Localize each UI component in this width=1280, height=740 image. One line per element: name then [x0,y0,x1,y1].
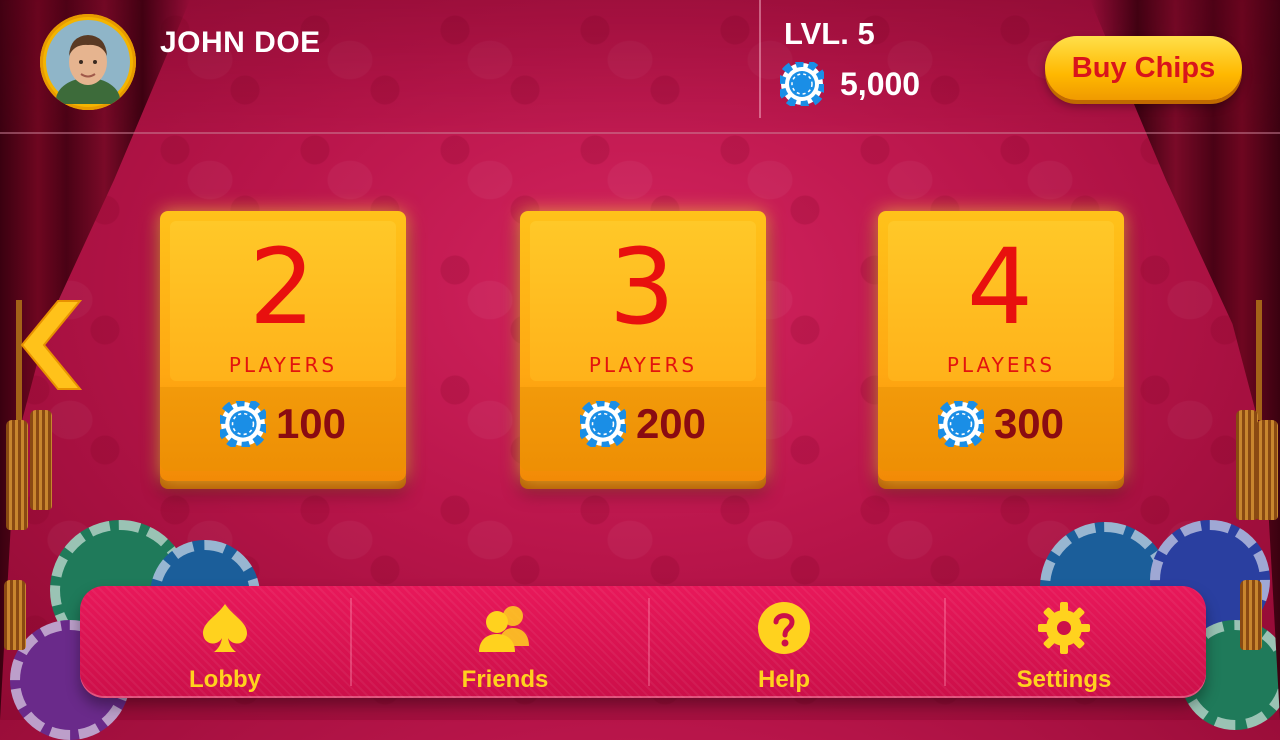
chip-icon [937,401,984,447]
players-label: PLAYERS [228,353,338,377]
tassel-right-3 [1240,580,1262,650]
player-name: JOHN DOE [160,26,321,59]
card-top-panel: 3 PLAYERS [530,221,756,381]
table-buy-in: 200 [520,399,766,449]
buy-in-value: 100 [275,400,347,447]
nav-settings[interactable]: Settings [924,586,1204,698]
tassel-left-3 [4,580,26,650]
tassel-right-2 [1256,420,1278,520]
chip-icon [219,401,266,447]
avatar[interactable] [40,14,136,110]
nav-settings-label: Settings [1016,666,1112,693]
chip-balance-value: 5,000 [840,65,921,102]
tassel-right [1236,410,1258,520]
card-top-panel: 2 PLAYERS [170,221,396,381]
table-buy-in: 100 [160,399,406,449]
nav-lobby-label: Lobby [189,666,261,693]
nav-help[interactable]: Help [644,586,924,698]
nav-divider [350,598,352,686]
nav-help-label: Help [757,666,810,693]
table-card-4-players[interactable]: 4 PLAYERS 300 [878,211,1124,481]
players-count: 3 [608,226,678,348]
nav-friends-label: Friends [461,666,549,693]
chip-icon [780,62,824,106]
gear-icon [1038,602,1090,654]
help-icon [758,602,810,654]
table-card-2-players[interactable]: 2 PLAYERS 100 [160,211,406,481]
table-buy-in: 300 [878,399,1124,449]
tassel-left-2 [30,410,52,510]
players-count: 4 [966,226,1036,348]
player-level: LVL. 5 [784,16,875,51]
nav-friends[interactable]: Friends [365,586,645,698]
bottom-nav: Lobby Friends Help Settings [80,586,1206,698]
spade-icon [203,604,247,652]
curtain-rope-right [1256,300,1262,420]
friends-icon [479,606,529,652]
chip-icon [579,401,626,447]
header-divider [759,0,761,118]
buy-in-value: 200 [635,400,707,447]
chip-balance: 5,000 [780,62,920,106]
buy-chips-button[interactable]: Buy Chips [1045,36,1242,100]
players-label: PLAYERS [588,353,698,377]
avatar-portrait-icon [46,20,130,104]
tassel-left [6,420,28,530]
players-label: PLAYERS [946,353,1056,377]
back-arrow-icon[interactable] [18,295,88,395]
players-count: 2 [248,226,318,348]
nav-lobby[interactable]: Lobby [85,586,365,698]
table-card-3-players[interactable]: 3 PLAYERS 200 [520,211,766,481]
top-bar: JOHN DOE LVL. 5 5,000 Buy Chips [0,0,1280,134]
buy-in-value: 300 [993,400,1065,447]
card-top-panel: 4 PLAYERS [888,221,1114,381]
